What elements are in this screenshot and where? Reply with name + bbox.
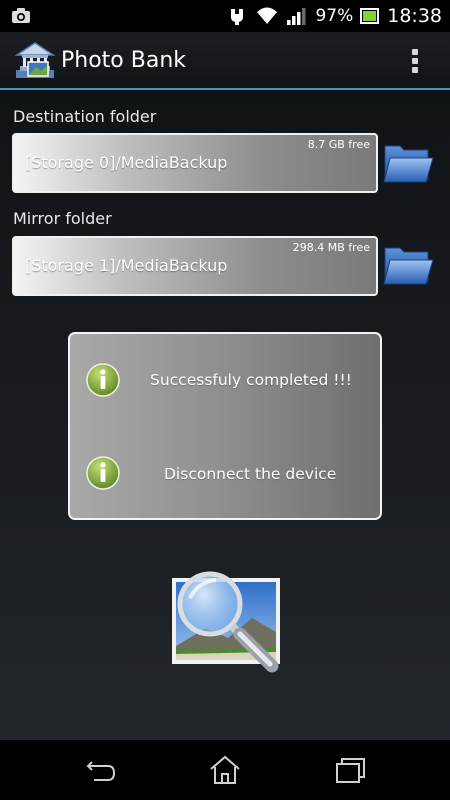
signal-icon bbox=[287, 8, 306, 25]
main-content: Destination folder 8.7 GB free [Storage … bbox=[0, 90, 450, 740]
clock: 18:38 bbox=[387, 5, 442, 27]
status-panel: Successfuly completed !!! Disconnect the… bbox=[68, 332, 382, 520]
home-icon[interactable] bbox=[205, 752, 245, 788]
status-message-completed: Successfuly completed !!! bbox=[150, 371, 352, 389]
wifi-icon bbox=[257, 7, 278, 24]
info-green-icon bbox=[86, 363, 120, 397]
recent-apps-icon[interactable] bbox=[330, 752, 370, 788]
destination-free-space: 8.7 GB free bbox=[307, 138, 370, 151]
mirror-free-space: 298.4 MB free bbox=[292, 241, 370, 254]
usb-debug-icon bbox=[231, 9, 244, 25]
battery-icon bbox=[360, 8, 380, 24]
destination-path-field[interactable]: 8.7 GB free [Storage 0]/MediaBackup bbox=[12, 133, 378, 193]
destination-folder-label: Destination folder bbox=[13, 107, 157, 126]
navigation-bar bbox=[0, 740, 450, 800]
destination-folder-browse-icon[interactable] bbox=[382, 138, 434, 186]
status-message-disconnect: Disconnect the device bbox=[164, 465, 337, 483]
screenshot-camera-icon bbox=[12, 8, 30, 23]
mirror-path-field[interactable]: 298.4 MB free [Storage 1]/MediaBackup bbox=[12, 236, 378, 296]
bank-building-icon[interactable] bbox=[14, 40, 56, 82]
overflow-menu-icon[interactable] bbox=[406, 46, 424, 76]
mirror-folder-label: Mirror folder bbox=[13, 209, 112, 228]
mirror-folder-browse-icon[interactable] bbox=[382, 240, 434, 288]
mirror-path: [Storage 1]/MediaBackup bbox=[25, 256, 228, 275]
status-bar: 97% 18:38 bbox=[0, 0, 450, 32]
back-icon[interactable] bbox=[80, 752, 120, 788]
info-green-icon bbox=[86, 456, 120, 490]
battery-percent: 97% bbox=[315, 6, 354, 26]
destination-path: [Storage 0]/MediaBackup bbox=[25, 153, 228, 172]
magnifier-photo-icon[interactable] bbox=[168, 568, 284, 680]
app-title: Photo Bank bbox=[61, 48, 187, 73]
